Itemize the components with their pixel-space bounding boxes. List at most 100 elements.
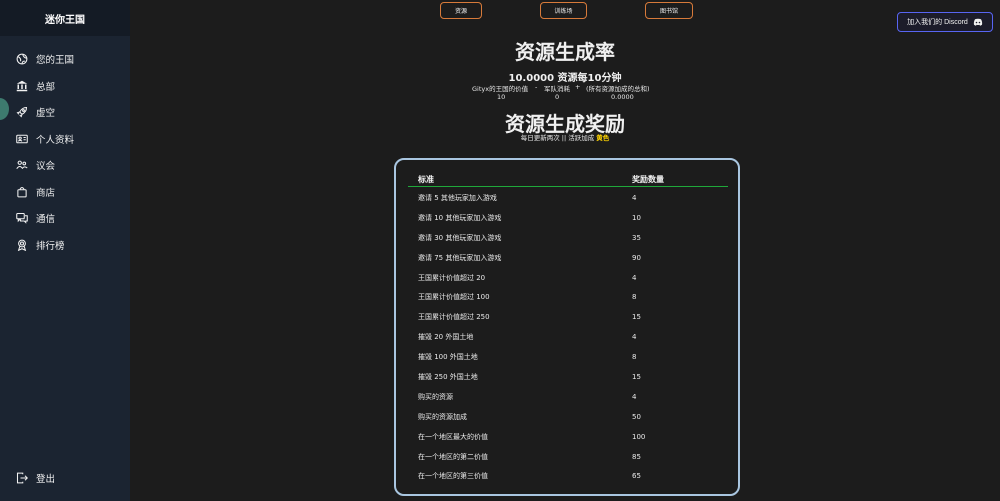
table-row: 在一个地区的第三价值 65 <box>408 466 728 486</box>
logout-button[interactable]: 登出 <box>0 465 130 492</box>
globe-icon <box>16 53 28 65</box>
people-icon <box>16 159 28 171</box>
logout-icon <box>16 472 28 484</box>
criteria-cell: 购买的资源 <box>418 392 453 401</box>
criteria-cell: 王国累计价值超过 20 <box>418 273 486 282</box>
formula-army-value: 0 <box>555 93 560 101</box>
criteria-cell: 王国累计价值超过 250 <box>418 313 490 322</box>
table-row: 邀请 75 其他玩家加入游戏 90 <box>408 248 728 268</box>
table-row: 购买的资源 4 <box>408 387 728 407</box>
sidebar: 迷你王国 您的王国 总部 虚空 个人资料 议会 商店 通信 排行榜 登出 <box>0 0 130 501</box>
sidebar-item-leaderboard[interactable]: 排行榜 <box>0 232 130 259</box>
formula-plus: + <box>575 83 581 91</box>
table-header: 标准 奖励数量 <box>408 174 728 187</box>
rocket-icon <box>16 106 28 118</box>
criteria-cell: 摧毁 100 外国土地 <box>418 353 478 362</box>
criteria-cell: 邀请 5 其他玩家加入游戏 <box>418 193 497 202</box>
table-row: 摧毁 100 外国土地 8 <box>408 347 728 367</box>
bonus-cell: 4 <box>632 392 637 401</box>
column-header-bonus: 奖励数量 <box>632 175 664 184</box>
sidebar-item-label: 通信 <box>36 214 56 226</box>
join-discord-button[interactable]: 加入我们的 Discord <box>897 12 993 32</box>
sidebar-item-council[interactable]: 议会 <box>0 152 130 179</box>
rate-amount: 10.0000 资源每10分钟 <box>508 73 622 84</box>
sidebar-item-messages[interactable]: 通信 <box>0 205 130 232</box>
bonus-cell: 50 <box>632 412 641 421</box>
sidebar-item-profile[interactable]: 个人资料 <box>0 126 130 153</box>
bonus-cell: 4 <box>632 193 637 202</box>
criteria-cell: 王国累计价值超过 100 <box>418 293 490 302</box>
table-row: 邀请 5 其他玩家加入游戏 4 <box>408 188 728 208</box>
bank-icon <box>16 80 28 92</box>
table-body: 邀请 5 其他玩家加入游戏 4 邀请 10 其他玩家加入游戏 10 邀请 30 其他… <box>408 188 728 486</box>
bonus-cell: 10 <box>632 213 641 222</box>
table-row: 王国累计价值超过 20 4 <box>408 268 728 288</box>
shopping-bag-icon <box>16 186 28 198</box>
rate-title: 资源生成率 <box>515 40 615 64</box>
bonus-cell: 100 <box>632 432 646 441</box>
sidebar-item-label: 个人资料 <box>36 134 75 146</box>
column-header-criteria: 标准 <box>418 175 434 184</box>
table-row: 摧毁 20 外国土地 4 <box>408 327 728 347</box>
formula-bonus-label: (所有资源加成的总和) <box>586 85 650 93</box>
sidebar-item-label: 虚空 <box>36 108 56 120</box>
criteria-cell: 摧毁 20 外国土地 <box>418 333 474 342</box>
id-card-icon <box>16 133 28 145</box>
formula-army-label: 军队消耗 <box>544 85 570 93</box>
table-row: 购买的资源加成 50 <box>408 407 728 427</box>
table-row: 邀请 30 其他玩家加入游戏 35 <box>408 228 728 248</box>
criteria-cell: 购买的资源加成 <box>418 412 467 421</box>
bonus-cell: 15 <box>632 313 641 322</box>
formula-kingdom-value: 10 <box>497 93 506 101</box>
sidebar-item-label: 商店 <box>36 187 56 199</box>
table-row: 在一个地区最大的价值 100 <box>408 427 728 447</box>
logout-section: 登出 <box>0 465 130 492</box>
bonus-cell: 8 <box>632 353 637 362</box>
logout-label: 登出 <box>36 473 56 485</box>
bonus-cell: 4 <box>632 333 637 342</box>
bonus-subtitle-text: 每日更新两次 || 活跃加成 <box>520 134 595 142</box>
formula-bonus-value: 0.0000 <box>611 93 634 101</box>
discord-icon <box>973 18 982 26</box>
criteria-cell: 邀请 30 其他玩家加入游戏 <box>418 233 502 242</box>
library-button[interactable]: 图书馆 <box>645 2 693 19</box>
bonus-cell: 90 <box>632 253 641 262</box>
bonus-cell: 35 <box>632 233 641 242</box>
sidebar-item-label: 排行榜 <box>36 240 65 252</box>
criteria-cell: 邀请 10 其他玩家加入游戏 <box>418 213 502 222</box>
bonus-table-card: 标准 奖励数量 邀请 5 其他玩家加入游戏 4 邀请 10 其他玩家加入游戏 10 … <box>394 158 740 496</box>
sidebar-item-void[interactable]: 虚空 <box>0 99 130 126</box>
bonus-cell: 4 <box>632 273 637 282</box>
sidebar-item-shop[interactable]: 商店 <box>0 179 130 206</box>
bonus-cell: 15 <box>632 372 641 381</box>
criteria-cell: 摧毁 250 外国土地 <box>418 372 478 381</box>
resources-button[interactable]: 资源 <box>440 2 482 19</box>
bonus-cell: 85 <box>632 452 641 461</box>
table-row: 在一个地区的第二价值 85 <box>408 447 728 467</box>
sidebar-item-label: 议会 <box>36 161 56 173</box>
bonus-subtitle-color: 黄色 <box>596 134 610 142</box>
criteria-cell: 在一个地区的第二价值 <box>418 452 488 461</box>
brand-title[interactable]: 迷你王国 <box>0 0 130 36</box>
formula-minus: - <box>535 83 538 91</box>
criteria-cell: 在一个地区的第三价值 <box>418 472 488 481</box>
table-row: 王国累计价值超过 100 8 <box>408 287 728 307</box>
formula-kingdom-label: Gityx的王国的价值 <box>472 85 529 93</box>
criteria-cell: 在一个地区最大的价值 <box>418 432 488 441</box>
criteria-cell: 邀请 75 其他玩家加入游戏 <box>418 253 502 262</box>
bonus-cell: 8 <box>632 293 637 302</box>
sidebar-item-kingdom[interactable]: 您的王国 <box>0 46 130 73</box>
table-row: 王国累计价值超过 250 15 <box>408 307 728 327</box>
table-row: 摧毁 250 外国土地 15 <box>408 367 728 387</box>
discord-label: 加入我们的 Discord <box>907 19 968 26</box>
sidebar-nav: 您的王国 总部 虚空 个人资料 议会 商店 通信 排行榜 <box>0 36 130 258</box>
sidebar-item-label: 您的王国 <box>36 55 75 67</box>
training-button[interactable]: 训练场 <box>540 2 587 19</box>
award-icon <box>16 239 28 251</box>
bonus-cell: 65 <box>632 472 641 481</box>
chat-icon <box>16 212 28 225</box>
sidebar-item-label: 总部 <box>36 81 56 93</box>
bonus-subtitle: 每日更新两次 || 活跃加成 黄色 <box>130 132 1000 142</box>
table-row: 邀请 10 其他玩家加入游戏 10 <box>408 208 728 228</box>
sidebar-item-headquarters[interactable]: 总部 <box>0 73 130 100</box>
